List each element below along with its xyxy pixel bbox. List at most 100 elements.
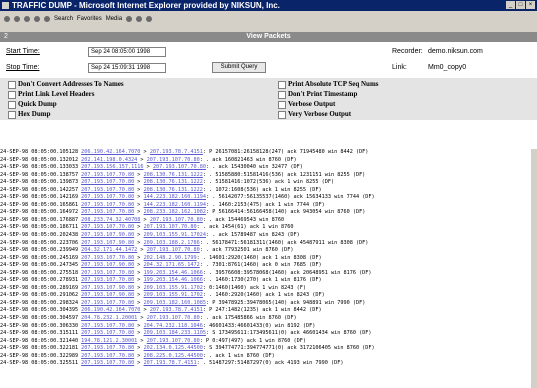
minimize-icon[interactable]: _	[506, 1, 515, 9]
log-dest-link[interactable]: 208.130.76.131.1222	[144, 187, 203, 193]
log-source-link[interactable]: 207.193.107.70.80	[81, 255, 134, 261]
log-dest-link[interactable]: 144.223.182.160.1194	[144, 202, 206, 208]
log-info: : . 51585880:51581416(536) ack 1231151 w…	[202, 171, 366, 178]
log-dest-link[interactable]: 209.103.155.91.1702	[144, 285, 203, 291]
hex-dump-checkbox[interactable]	[8, 111, 16, 119]
log-source-link[interactable]: 207.193.107.70.80	[81, 323, 134, 329]
media-button[interactable]: Media	[106, 16, 122, 22]
log-info: : . 7301:8761(1460) ack 0 win 7685 (DF)	[199, 262, 322, 269]
close-icon[interactable]: ×	[526, 1, 535, 9]
log-source-link[interactable]: 207.193.107.70.80	[81, 194, 134, 200]
log-timestamp: 24-SEP-98 08:05:00.142169	[0, 194, 79, 201]
log-info: : . 51581416:1072(536) ack 1 win 8255 (D…	[202, 179, 335, 186]
log-dest-link[interactable]: 209.103.155.91.17024	[144, 232, 206, 238]
back-icon[interactable]	[4, 16, 10, 22]
log-source-link[interactable]: 207.193.156.157.1116	[81, 164, 143, 170]
log-dest-link[interactable]: 207.193.107.70.80	[150, 217, 203, 223]
log-dest-link[interactable]: 199.203.154.46.1066	[144, 270, 203, 276]
log-separator: >	[140, 307, 150, 314]
refresh-icon[interactable]	[34, 16, 40, 22]
log-source-link[interactable]: 207.193.107.90.80	[81, 285, 134, 291]
log-dest-link[interactable]: 209.103.184.233.1105	[144, 330, 206, 336]
link-headers-checkbox[interactable]	[8, 91, 16, 99]
log-dest-link[interactable]: 209.103.182.160.1085	[144, 300, 206, 306]
log-dest-link[interactable]: 207.193.78.7.4151	[150, 149, 203, 155]
stop-icon[interactable]	[24, 16, 30, 22]
maximize-icon[interactable]: □	[516, 1, 525, 9]
log-source-link[interactable]: 207.193.107.70.80	[81, 360, 134, 366]
log-dest-link[interactable]: 204.74.232.118.1046	[144, 323, 203, 329]
search-button[interactable]: Search	[54, 16, 73, 22]
log-dest-link[interactable]: 202.134.0.125.44500	[144, 345, 203, 351]
log-source-link[interactable]: 207.193.107.70.80	[81, 172, 134, 178]
log-dest-link[interactable]: 207.193.107.70.80	[147, 338, 200, 344]
link-label: Link:	[392, 64, 407, 71]
log-info: : . ack 154469543 win 8760	[202, 216, 285, 223]
log-separator: >	[140, 149, 150, 155]
log-source-link[interactable]: 194.78.121.2.30001	[81, 338, 137, 344]
log-source-link[interactable]: 206.190.42.164.7070	[81, 307, 140, 313]
log-source-link[interactable]: 204.78.232.1.20001	[81, 315, 137, 321]
log-dest-link[interactable]: 207.193.78.7.4151	[144, 360, 197, 366]
verbose-checkbox[interactable]	[278, 101, 286, 109]
log-dest-link[interactable]: 207.193.107.70.80	[147, 157, 200, 163]
home-icon[interactable]	[44, 16, 50, 22]
log-dest-link[interactable]: 208.225.0.125.44500	[144, 353, 203, 359]
log-source-link[interactable]: 207.193.107.70.80	[81, 202, 134, 208]
start-time-input[interactable]: Sep 24 08:05:00 1998	[88, 47, 166, 57]
log-source-link[interactable]: 206.190.42.164.7070	[81, 149, 140, 155]
log-timestamp: 24-SEP-98 08:05:00.164972	[0, 209, 79, 216]
log-source-link[interactable]: 207.193.107.70.80	[81, 179, 134, 185]
log-separator: >	[137, 337, 147, 344]
log-dest-link[interactable]: 209.103.155.91.1702	[144, 292, 203, 298]
log-source-link[interactable]: 207.193.107.70.80	[81, 277, 134, 283]
log-dest-link[interactable]: 209.103.188.2.1786	[144, 240, 200, 246]
stop-time-input[interactable]: Sep 24 15:09:31 1998	[88, 63, 166, 73]
dont-convert-checkbox[interactable]	[8, 81, 16, 89]
log-source-link[interactable]: 207.193.107.70.80	[81, 330, 134, 336]
log-source-link[interactable]: 207.193.107.70.80	[81, 345, 134, 351]
print-icon[interactable]	[146, 16, 153, 22]
log-dest-link[interactable]: 207.193.107.70.80	[147, 315, 200, 321]
log-separator: >	[134, 269, 144, 276]
log-source-link[interactable]: 208.233.74.32.40708	[81, 217, 140, 223]
log-dest-link[interactable]: 207.193.78.7.4151	[150, 307, 203, 313]
log-separator: >	[134, 292, 144, 299]
log-dest-link[interactable]: 204.32.171.65.1472	[144, 262, 200, 268]
log-source-link[interactable]: 207.193.107.70.80	[81, 300, 134, 306]
log-info: : . ack 15789487 win 8243 (DF)	[206, 232, 300, 239]
log-dest-link[interactable]: 202.148.2.90.1799	[144, 255, 197, 261]
log-source-link[interactable]: 207.193.107.70.80	[81, 187, 134, 193]
log-dest-link[interactable]: 207.193.107.70.80	[153, 164, 206, 170]
log-dest-link[interactable]: 144.223.182.160.1194	[144, 194, 206, 200]
log-source-link[interactable]: 207.193.107.70.80	[81, 209, 134, 215]
log-dest-link[interactable]: 208.233.182.162.1082	[144, 209, 206, 215]
history-icon[interactable]	[126, 16, 133, 22]
log-dest-link[interactable]: 207.193.107.70.80	[144, 224, 197, 230]
log-line: 24-SEP-98 08:05:00.223706 207.193.107.90.…	[0, 240, 537, 248]
log-source-link[interactable]: 207.193.107.90.80	[81, 240, 134, 246]
log-source-link[interactable]: 204.32.171.44.1472	[81, 247, 137, 253]
log-source-link[interactable]: 207.193.107.70.80	[81, 270, 134, 276]
log-separator: >	[137, 247, 147, 254]
log-dest-link[interactable]: 208.130.76.131.1222	[144, 179, 203, 185]
log-source-link[interactable]: 207.193.107.90.80	[81, 262, 134, 268]
submit-query-button[interactable]: Submit Query	[212, 62, 266, 73]
abs-tcp-checkbox[interactable]	[278, 81, 286, 89]
log-source-link[interactable]: 207.193.107.90.80	[81, 232, 134, 238]
scrollbar[interactable]	[531, 149, 537, 388]
forward-icon[interactable]	[14, 16, 20, 22]
log-dest-link[interactable]: 207.193.107.70.80	[147, 247, 200, 253]
log-source-link[interactable]: 207.193.107.90.80	[81, 292, 134, 298]
very-verbose-checkbox[interactable]	[278, 111, 286, 119]
quick-dump-checkbox[interactable]	[8, 101, 16, 109]
log-source-link[interactable]: 207.193.107.70.80	[81, 224, 134, 230]
log-line: 24-SEP-98 08:05:00.321440 194.78.121.2.30…	[0, 338, 537, 346]
no-timestamp-checkbox[interactable]	[278, 91, 286, 99]
log-source-link[interactable]: 207.193.107.70.80	[81, 353, 134, 359]
log-source-link[interactable]: 202.141.198.0.4324	[81, 157, 137, 163]
mail-icon[interactable]	[136, 16, 143, 22]
favorites-button[interactable]: Favorites	[77, 16, 102, 22]
log-dest-link[interactable]: 199.203.154.46.1066	[144, 277, 203, 283]
log-dest-link[interactable]: 208.130.76.131.1222	[144, 172, 203, 178]
